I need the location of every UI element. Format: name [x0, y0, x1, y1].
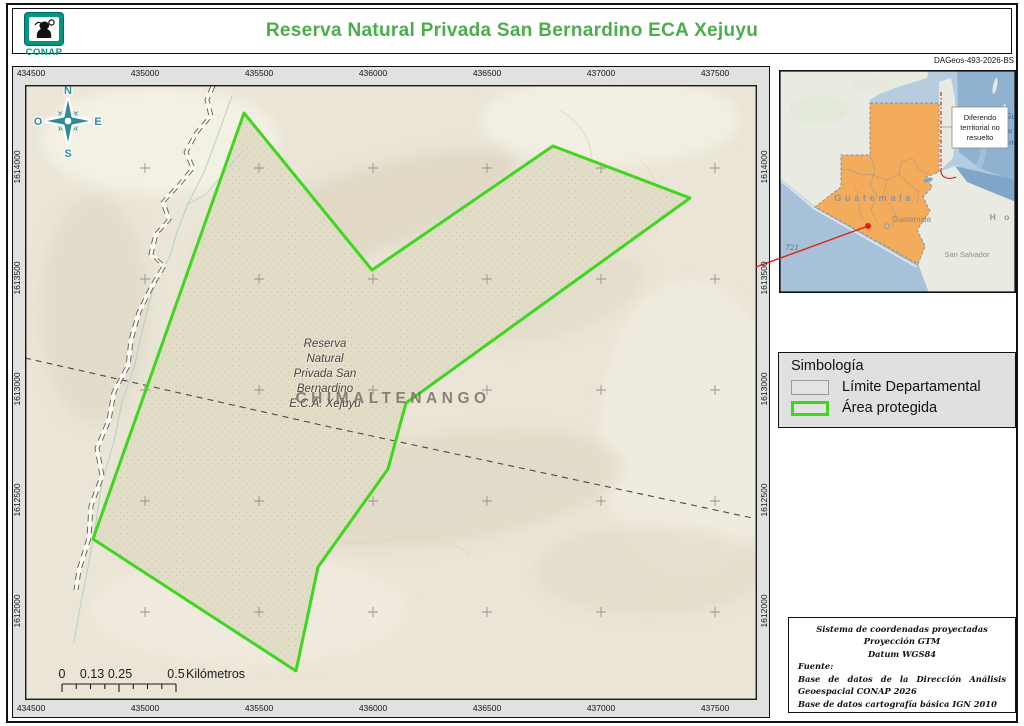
grid-label-x: 434500 [16, 703, 46, 713]
projection-line: Proyección GTM [863, 636, 941, 647]
fuente-label: Fuente: [798, 661, 834, 672]
header-bar: Reserva Natural Privada San Bernardino E… [12, 8, 1012, 58]
grid-label-y: 1613500 [12, 261, 22, 295]
legend-panel: Simbología Límite Departamental Área pro… [778, 352, 1016, 428]
grid-label-x: 435500 [244, 68, 274, 78]
grid-label-x: 436000 [358, 68, 388, 78]
grid-label-x: 437500 [700, 68, 730, 78]
legend-item-protected: Área protegida [791, 400, 1003, 416]
grid-label-x: 434500 [16, 68, 46, 78]
grid-label-y: 1613000 [759, 372, 769, 406]
grid-label-y: 1612000 [759, 594, 769, 628]
grid-label-x: 435000 [130, 68, 160, 78]
grid-label-x: 436000 [358, 703, 388, 713]
grid-label-y: 1614000 [12, 150, 22, 184]
grid-label-y: 1612500 [759, 483, 769, 517]
grid-label-x: 437500 [700, 703, 730, 713]
monkey-glyph [34, 19, 55, 38]
grid-label-x: 436500 [472, 703, 502, 713]
grid-label-y: 1612000 [12, 594, 22, 628]
grid-label-x: 435500 [244, 703, 274, 713]
datum-line: Datum WGS84 [867, 648, 937, 659]
map-sheet: Reserva Natural Privada San Bernardino E… [0, 0, 1024, 726]
grid-label-x: 437000 [586, 68, 616, 78]
grid-label-y: 1614000 [759, 150, 769, 184]
grid-label-x: 436500 [472, 68, 502, 78]
conap-logo-box [24, 12, 64, 46]
doc-code: DAGeos-493-2026-BS [933, 56, 1014, 65]
map-title: Reserva Natural Privada San Bernardino E… [265, 20, 759, 41]
crs-line: Sistema de coordenadas proyectadas [816, 624, 988, 634]
main-map-panel [12, 66, 770, 718]
legend-swatch-protected [791, 400, 829, 416]
grid-label-y: 1612500 [12, 483, 22, 517]
grid-label-x: 437000 [586, 703, 616, 713]
source-line-1: Base de datos de la Dirección Análisis G… [798, 673, 1006, 697]
info-panel: Sistema de coordenadas proyectadas Proye… [788, 617, 1016, 713]
legend-swatch-departmental [791, 379, 829, 395]
source-line-2: Base de datos cartografía básica IGN 201… [798, 698, 997, 709]
monkey-icon [29, 17, 59, 41]
grid-label-y: 1613500 [759, 261, 769, 295]
conap-logo: CONAP [21, 12, 67, 58]
legend-title: Simbología [791, 358, 864, 374]
grid-label-x: 435000 [130, 703, 160, 713]
grid-label-y: 1613000 [12, 372, 22, 406]
conap-logo-label: CONAP [25, 47, 63, 58]
legend-item-departmental: Límite Departamental [791, 379, 1003, 395]
